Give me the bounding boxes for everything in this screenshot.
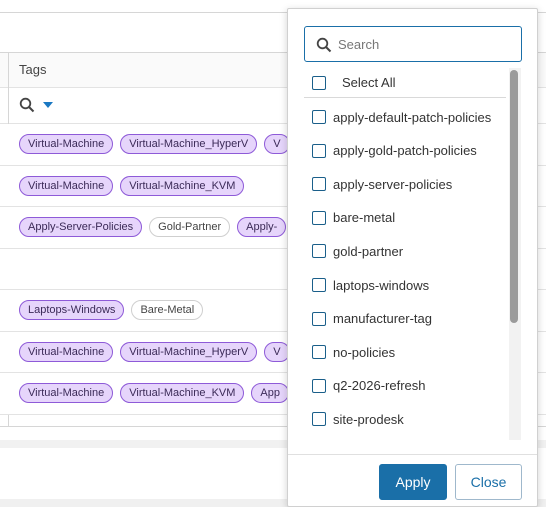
search-input[interactable] bbox=[338, 33, 513, 55]
tag-option[interactable]: q2-2026-refresh bbox=[304, 371, 506, 401]
checkbox[interactable] bbox=[312, 75, 326, 90]
tag-chip: Virtual-Machine bbox=[19, 134, 114, 154]
search-icon[interactable] bbox=[19, 97, 35, 113]
tag-chip: Apply-Server-Policies bbox=[19, 217, 143, 237]
select-all-option[interactable]: Select All bbox=[304, 68, 506, 98]
tag-chip: Gold-Partner bbox=[149, 217, 231, 237]
tag-option[interactable]: gold-partner bbox=[304, 236, 506, 266]
tag-chip: App bbox=[251, 383, 289, 403]
tag-chip: Virtual-Machine bbox=[19, 175, 114, 196]
option-label: laptops-windows bbox=[333, 277, 430, 293]
tag-list: Virtual-Machine Virtual-Machine_KVM App bbox=[19, 383, 289, 403]
checkbox[interactable] bbox=[312, 311, 326, 326]
tag-option[interactable]: no-policies bbox=[304, 337, 506, 367]
option-label: manufacturer-tag bbox=[333, 311, 432, 327]
search-field[interactable] bbox=[304, 26, 522, 62]
tag-list: Virtual-Machine Virtual-Machine_KVM bbox=[19, 175, 245, 196]
tag-option[interactable]: laptops-windows bbox=[304, 270, 506, 300]
tag-chip: V bbox=[264, 341, 290, 362]
tag-chip: Virtual-Machine_KVM bbox=[120, 383, 245, 403]
tag-filter-dropdown: Select All apply-default-patch-policies a… bbox=[287, 8, 538, 507]
tag-chip: Laptops-Windows bbox=[19, 300, 125, 320]
tag-list: Laptops-Windows Bare-Metal bbox=[19, 300, 204, 320]
tag-option[interactable]: site-prodesk bbox=[304, 404, 506, 434]
divider bbox=[288, 454, 537, 455]
checkbox[interactable] bbox=[312, 110, 326, 124]
apply-button[interactable]: Apply bbox=[379, 464, 447, 500]
checkbox[interactable] bbox=[312, 210, 326, 225]
tag-chip: Virtual-Machine_KVM bbox=[120, 175, 245, 196]
tag-list: Virtual-Machine Virtual-Machine_HyperV V bbox=[19, 341, 290, 362]
checkbox[interactable] bbox=[312, 244, 326, 259]
option-label: apply-server-policies bbox=[333, 176, 453, 192]
checkbox[interactable] bbox=[312, 177, 326, 192]
tag-chip: V bbox=[264, 134, 290, 154]
caret-down-icon[interactable] bbox=[43, 102, 53, 108]
tag-chip: Virtual-Machine bbox=[19, 383, 114, 403]
tag-chip: Virtual-Machine_HyperV bbox=[120, 134, 258, 154]
close-button[interactable]: Close bbox=[455, 464, 522, 500]
option-label: q2-2026-refresh bbox=[333, 378, 426, 394]
checkbox[interactable] bbox=[312, 278, 326, 292]
tag-list: Virtual-Machine Virtual-Machine_HyperV V bbox=[19, 134, 290, 154]
tag-chip: Bare-Metal bbox=[131, 300, 204, 320]
search-icon bbox=[316, 37, 332, 53]
checkbox[interactable] bbox=[312, 143, 326, 158]
option-label: no-policies bbox=[333, 344, 396, 360]
scrollbar-thumb[interactable] bbox=[510, 70, 518, 323]
tag-chip: Apply- bbox=[237, 217, 287, 237]
tag-option[interactable]: apply-gold-patch-policies bbox=[304, 136, 506, 166]
tag-option[interactable]: manufacturer-tag bbox=[304, 304, 506, 334]
tag-option[interactable]: bare-metal bbox=[304, 203, 506, 233]
checkbox[interactable] bbox=[312, 345, 326, 360]
tag-chip: Virtual-Machine bbox=[19, 341, 114, 362]
tag-list: Apply-Server-Policies Gold-Partner Apply- bbox=[19, 217, 287, 237]
option-label: gold-partner bbox=[333, 243, 404, 259]
tag-option-list: Select All apply-default-patch-policies a… bbox=[304, 68, 522, 440]
option-label: Select All bbox=[342, 75, 396, 90]
column-header-tags[interactable]: Tags bbox=[19, 62, 46, 77]
tag-chip: Virtual-Machine_HyperV bbox=[120, 341, 258, 362]
checkbox[interactable] bbox=[312, 412, 326, 427]
checkbox[interactable] bbox=[312, 378, 326, 393]
option-label: apply-default-patch-policies bbox=[333, 109, 492, 125]
tag-option[interactable]: apply-default-patch-policies bbox=[304, 102, 506, 132]
tag-option[interactable]: apply-server-policies bbox=[304, 169, 506, 199]
option-label: apply-gold-patch-policies bbox=[333, 143, 477, 159]
option-label: site-prodesk bbox=[333, 411, 404, 427]
option-label: bare-metal bbox=[333, 210, 396, 226]
